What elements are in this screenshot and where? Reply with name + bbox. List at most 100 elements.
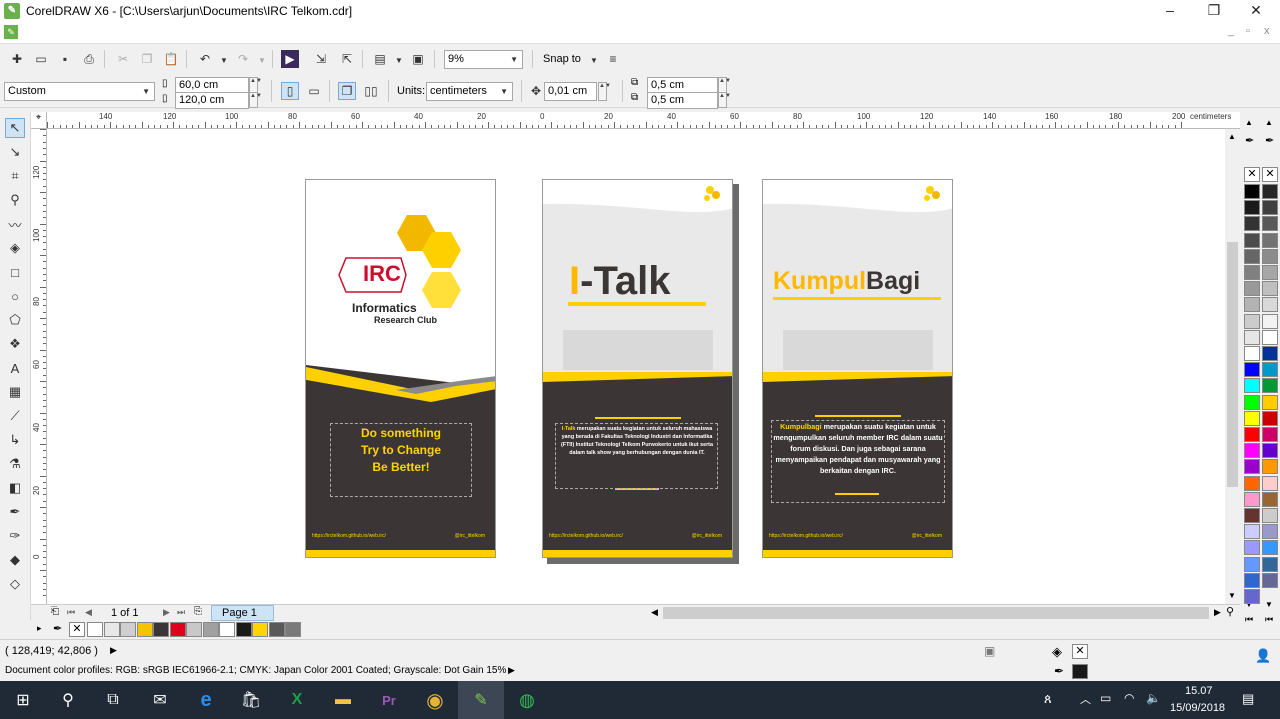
width-spinner[interactable]: ▲▼ [249,77,262,93]
poster-italk[interactable]: I-Talk I-Talk merupakan suatu kegiatan u… [542,179,733,558]
height-spinner[interactable]: ▲▼ [249,92,262,108]
document-palette-swatch[interactable] [285,622,301,637]
palette-swatch[interactable] [1244,524,1260,540]
palette2-flyout-icon[interactable]: ⏮ [1265,614,1273,625]
undo-dropdown-icon[interactable]: ▼ [220,56,228,65]
palette-swatch[interactable] [1244,232,1260,248]
palette-swatch[interactable] [1262,443,1278,459]
palette2-scroll-up-icon[interactable]: ▲ [1265,118,1273,127]
clock-date[interactable]: 15/09/2018 [1170,702,1225,714]
document-palette-swatch[interactable] [169,622,186,637]
excel-icon[interactable]: X [274,681,320,719]
page-tab-1[interactable]: Page 1 [211,605,274,621]
palette-swatch[interactable] [1262,216,1278,232]
palette-swatch[interactable] [1262,184,1278,199]
palette-swatch[interactable] [1244,281,1260,297]
duplicate-y-field[interactable]: 0,5 cm [647,92,718,109]
palette2-scroll-down-icon[interactable]: ▼ [1265,600,1273,609]
eyedropper-tool-icon[interactable]: ✒ [5,502,25,522]
palette-swatch[interactable] [1244,184,1260,199]
page-height-field[interactable]: 120,0 cm [175,92,249,109]
user-icon[interactable]: 👤 [1255,648,1271,664]
horizontal-ruler[interactable]: centimeters 140 120 100 80 60 40 20 0 20 40 60 80 10… [47,112,1240,129]
document-palette-swatch[interactable] [136,622,153,637]
edge-browser-icon[interactable]: e [183,681,229,719]
palette-swatch[interactable] [1244,491,1260,507]
fill-tool-icon[interactable]: ◆ [5,550,25,570]
volume-icon[interactable]: 🔈 [1146,691,1161,705]
vertical-ruler[interactable]: centimeters 120100806040200 [31,129,47,604]
palette-swatch[interactable] [1262,394,1278,410]
welcome-screen-icon[interactable]: ▣ [409,50,427,68]
redo-icon[interactable]: ↷ [234,50,252,68]
copy-icon[interactable]: ❐ [138,50,156,68]
palette-swatch[interactable] [1244,410,1260,426]
doc-palette-menu-icon[interactable]: ▸ [37,623,42,634]
palette-swatch[interactable] [1262,248,1278,264]
palette-swatch[interactable] [1244,508,1260,523]
document-palette-swatch[interactable] [235,622,252,637]
palette-swatch[interactable] [1262,540,1278,556]
open-folder-icon[interactable]: ▭ [32,50,50,68]
dup-x-spinner[interactable]: ▲▼ [718,77,731,93]
drawing-canvas[interactable]: IRC Informatics Research Club Do somethi… [47,129,1225,604]
polygon-tool-icon[interactable]: ⬠ [5,310,25,330]
zoom-tool-icon[interactable]: ⚲ [5,190,25,210]
shape-tool-icon[interactable]: ↘ [5,142,25,162]
document-palette-swatch[interactable] [120,622,136,637]
palette-swatch[interactable] [1244,540,1260,556]
export-icon[interactable]: ⇱ [338,50,356,68]
palette-swatch[interactable] [1244,589,1260,604]
zoom-level-select[interactable]: 9% ▼ [444,50,523,69]
palette-scroll-up-icon[interactable]: ▲ [1245,118,1253,127]
transparency-tool-icon[interactable]: ◧ [5,478,25,498]
task-view-icon[interactable]: ⧉ [90,681,136,719]
mail-icon[interactable]: ✉ [137,681,183,719]
fill-color-swatch[interactable]: ✕ [1072,644,1088,659]
vertical-scroll-thumb[interactable] [1227,242,1238,487]
coords-menu-icon[interactable]: ▶ [110,645,117,656]
doc-restore-button[interactable]: ▫ [1246,25,1250,37]
text-tool-icon[interactable]: A [5,358,25,378]
current-page-icon[interactable]: ▯▯ [362,82,380,100]
document-palette-swatch[interactable] [268,622,285,637]
palette-swatch[interactable] [1244,394,1260,410]
scroll-up-icon[interactable]: ▲ [1228,132,1236,141]
store-icon[interactable]: 🛍 [228,681,274,719]
landscape-icon[interactable]: ▭ [305,82,323,100]
paste-icon[interactable]: 📋 [162,50,180,68]
palette-swatch[interactable] [1262,508,1278,523]
people-icon[interactable]: ጰ [1044,691,1052,707]
crop-tool-icon[interactable]: ⌗ [5,166,25,186]
undo-icon[interactable]: ↶ [196,50,214,68]
document-palette-swatch[interactable] [153,622,169,637]
print-icon[interactable]: ⎙ [80,50,98,68]
dimension-tool-icon[interactable]: ⟋ [5,406,25,426]
previous-page-icon[interactable]: ◀ [85,607,92,618]
scroll-left-icon[interactable]: ◀ [651,607,658,618]
line-app-icon[interactable]: ◍ [504,681,550,719]
redo-dropdown-icon[interactable]: ▼ [258,56,266,65]
tray-chevron-up-icon[interactable]: ︿ [1080,691,1091,707]
portrait-icon[interactable]: ▯ [281,82,299,100]
palette-swatch[interactable] [1244,378,1260,394]
first-page-icon[interactable]: ⏮ [67,607,75,618]
table-tool-icon[interactable]: ▦ [5,382,25,402]
palette-swatch[interactable] [1262,410,1278,426]
document-palette-swatch[interactable] [87,622,103,637]
poster-irc[interactable]: IRC Informatics Research Club Do somethi… [305,179,496,558]
palette-swatch[interactable] [1244,329,1260,345]
palette-swatch[interactable] [1244,459,1260,475]
scroll-right-icon[interactable]: ▶ [1214,607,1221,618]
palette-swatch[interactable] [1262,297,1278,313]
fill-indicator-icon[interactable]: ◈ [1052,644,1062,660]
palette-swatch[interactable] [1244,248,1260,264]
blend-tool-icon[interactable]: ⚗ [5,454,25,474]
coreldraw-taskbar-icon[interactable]: ✎ [458,681,504,719]
eyedropper-icon[interactable]: ✒ [1245,134,1254,147]
all-pages-icon[interactable]: ❐ [338,82,356,100]
palette-swatch[interactable] [1262,427,1278,442]
action-center-icon[interactable]: ▤ [1242,691,1254,707]
palette-swatch[interactable] [1262,281,1278,297]
basic-shapes-tool-icon[interactable]: ❖ [5,334,25,354]
